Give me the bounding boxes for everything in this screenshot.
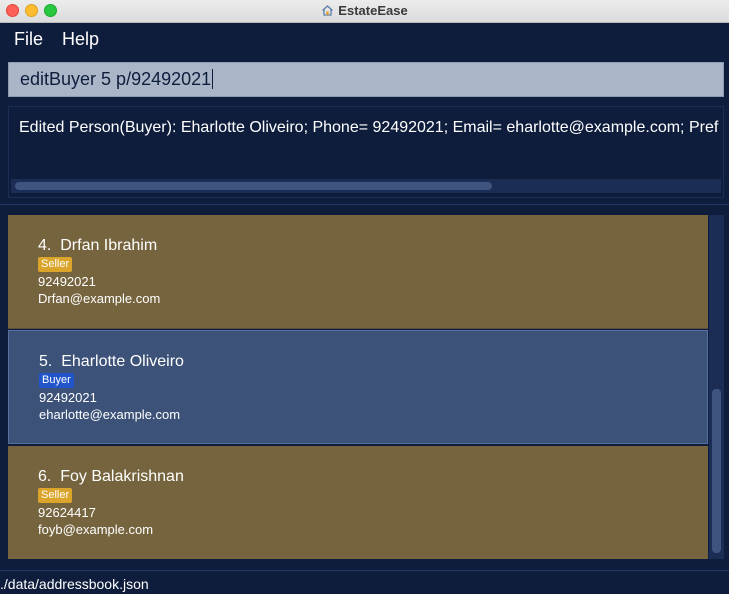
list-scrollbar-thumb[interactable] <box>712 389 721 553</box>
seller-tag: Seller <box>38 257 73 272</box>
result-message: Edited Person(Buyer): Eharlotte Oliveiro… <box>19 119 719 136</box>
window-title: EstateEase <box>338 3 408 18</box>
data-file-path: ./data/addressbook.json <box>0 576 149 592</box>
menu-help[interactable]: Help <box>62 29 99 50</box>
person-index: 5. <box>39 353 53 370</box>
command-input[interactable]: editBuyer 5 p/92492021 <box>8 62 724 97</box>
person-name-line: 6. Foy Balakrishnan <box>38 468 184 486</box>
command-input-text: editBuyer 5 p/92492021 <box>20 69 214 90</box>
person-phone: 92624417 <box>38 505 96 520</box>
title-bar: EstateEase <box>0 0 729 23</box>
command-value: editBuyer 5 p/92492021 <box>20 69 212 89</box>
person-index: 4. <box>38 237 52 254</box>
person-name: Eharlotte Oliveiro <box>61 353 184 370</box>
person-index: 6. <box>38 468 52 485</box>
window-title-wrap: EstateEase <box>0 2 729 21</box>
person-card-selected[interactable]: 5. Eharlotte Oliveiro Buyer 92492021 eha… <box>8 330 708 444</box>
section-divider <box>0 204 729 205</box>
person-card[interactable]: 4. Drfan Ibrahim Seller 92492021 Drfan@e… <box>8 215 708 329</box>
person-name: Foy Balakrishnan <box>60 468 184 485</box>
result-display[interactable]: Edited Person(Buyer): Eharlotte Oliveiro… <box>8 106 724 198</box>
person-email: eharlotte@example.com <box>39 407 181 422</box>
person-email: Drfan@example.com <box>38 291 161 306</box>
list-vertical-scrollbar[interactable] <box>709 215 724 559</box>
person-name-line: 5. Eharlotte Oliveiro <box>39 353 184 371</box>
status-bar: ./data/addressbook.json <box>0 570 729 594</box>
person-card[interactable]: 6. Foy Balakrishnan Seller 92624417 foyb… <box>8 446 708 559</box>
seller-tag: Seller <box>38 488 73 503</box>
person-phone: 92492021 <box>39 390 97 405</box>
menu-bar: File Help <box>0 23 729 56</box>
house-icon <box>321 4 334 21</box>
result-horizontal-scrollbar[interactable] <box>11 179 721 193</box>
menu-file[interactable]: File <box>14 29 43 50</box>
result-scrollbar-thumb[interactable] <box>15 182 492 190</box>
person-name-line: 4. Drfan Ibrahim <box>38 237 157 255</box>
buyer-tag: Buyer <box>39 373 74 388</box>
person-email: foyb@example.com <box>38 522 154 537</box>
text-caret <box>212 69 214 89</box>
person-name: Drfan Ibrahim <box>60 237 158 254</box>
person-phone: 92492021 <box>38 274 96 289</box>
person-list[interactable]: 4. Drfan Ibrahim Seller 92492021 Drfan@e… <box>8 215 724 559</box>
